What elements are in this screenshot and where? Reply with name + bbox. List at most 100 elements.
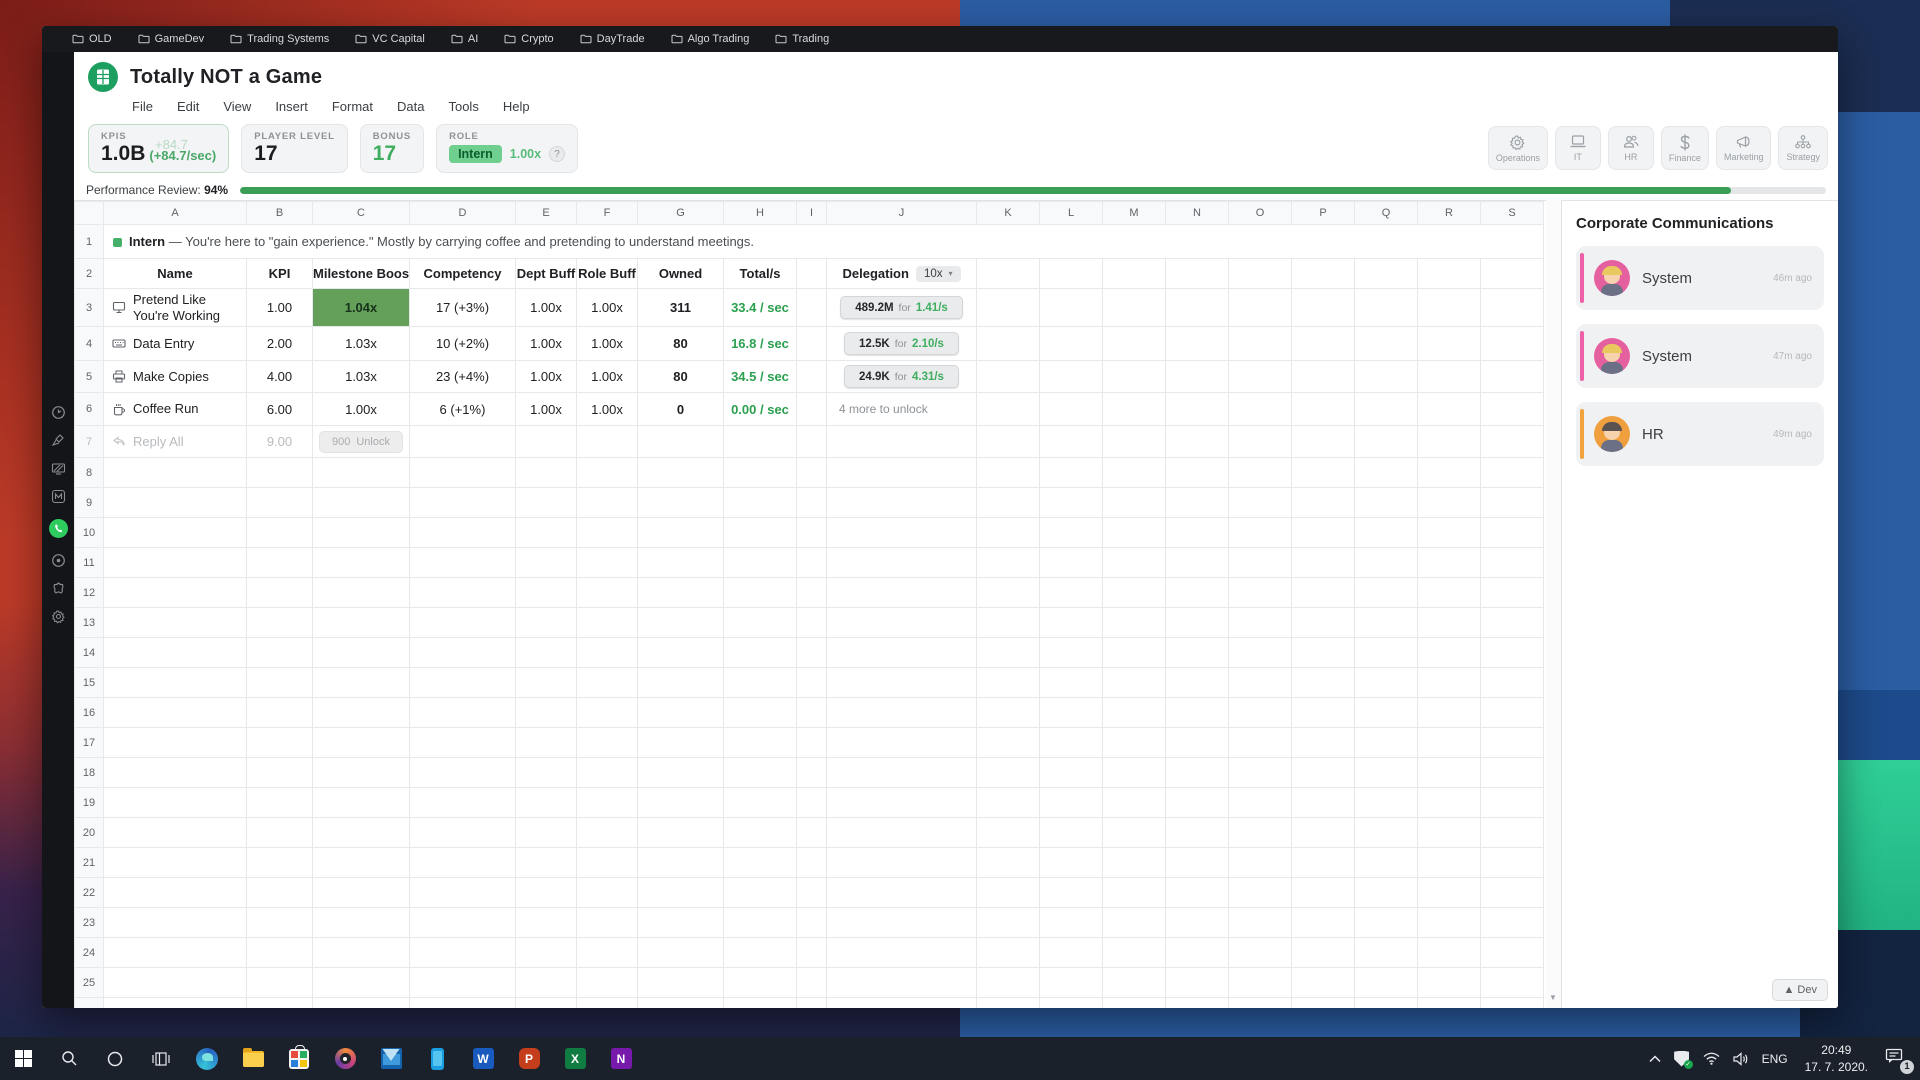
cell[interactable] [247, 818, 313, 848]
cell[interactable] [1418, 698, 1481, 728]
cell[interactable] [104, 578, 247, 608]
cell[interactable] [827, 998, 977, 1009]
cell[interactable] [1418, 426, 1481, 458]
cell[interactable] [724, 908, 797, 938]
cell[interactable] [977, 878, 1040, 908]
cell[interactable] [827, 548, 977, 578]
cell[interactable] [1229, 818, 1292, 848]
cell[interactable] [1040, 608, 1103, 638]
cell[interactable] [516, 426, 577, 458]
cell[interactable] [638, 458, 724, 488]
row-header[interactable]: 6 [75, 393, 104, 426]
tab-finance[interactable]: Finance [1661, 126, 1709, 170]
cell[interactable] [1292, 608, 1355, 638]
cell[interactable] [1481, 488, 1544, 518]
cell[interactable] [1166, 518, 1229, 548]
cell[interactable] [104, 998, 247, 1009]
cell[interactable] [977, 728, 1040, 758]
cell[interactable] [1040, 668, 1103, 698]
cell[interactable]: 9.00 [247, 426, 313, 458]
cell[interactable] [1355, 968, 1418, 998]
cell[interactable] [577, 788, 638, 818]
cell[interactable]: 2.00 [247, 327, 313, 361]
taskbar-groove[interactable] [322, 1037, 368, 1080]
menu-item[interactable]: Data [397, 99, 424, 114]
cell[interactable] [1166, 426, 1229, 458]
cell[interactable] [827, 848, 977, 878]
language-indicator[interactable]: ENG [1762, 1052, 1788, 1066]
cell[interactable] [724, 998, 797, 1009]
cell[interactable] [827, 488, 977, 518]
cell[interactable] [313, 668, 410, 698]
cell[interactable] [1292, 327, 1355, 361]
cell[interactable] [1481, 938, 1544, 968]
cell[interactable] [1103, 668, 1166, 698]
cell[interactable] [1040, 908, 1103, 938]
cell[interactable] [247, 728, 313, 758]
scroll-down-arrow[interactable]: ▼ [1549, 993, 1557, 1002]
cell[interactable] [1103, 548, 1166, 578]
taskbar-mail[interactable] [368, 1037, 414, 1080]
row-header[interactable]: 13 [75, 608, 104, 638]
cell[interactable] [104, 458, 247, 488]
cell[interactable] [577, 848, 638, 878]
cell[interactable] [247, 908, 313, 938]
menu-item[interactable]: File [132, 99, 153, 114]
column-header[interactable]: M [1103, 202, 1166, 225]
cell[interactable] [827, 458, 977, 488]
cell[interactable] [1229, 668, 1292, 698]
cell[interactable] [410, 426, 516, 458]
cell[interactable] [1292, 848, 1355, 878]
cell[interactable]: 17 (+3%) [410, 289, 516, 327]
cell[interactable] [1040, 728, 1103, 758]
cell[interactable] [1418, 458, 1481, 488]
cleaner-icon[interactable] [50, 432, 67, 449]
cell[interactable] [1292, 758, 1355, 788]
role-note-cell[interactable]: Intern — You're here to "gain experience… [104, 225, 1544, 259]
cell[interactable] [977, 758, 1040, 788]
delegate-buy-button[interactable]: 489.2Mfor1.41/s [840, 296, 963, 319]
cell[interactable] [313, 578, 410, 608]
cell[interactable] [797, 488, 827, 518]
header-boost[interactable]: Milestone Boost [313, 259, 410, 289]
cell[interactable] [638, 548, 724, 578]
cell[interactable] [638, 878, 724, 908]
cell[interactable] [1040, 698, 1103, 728]
cell[interactable] [1040, 818, 1103, 848]
cell[interactable] [1481, 758, 1544, 788]
cell[interactable] [410, 518, 516, 548]
cell[interactable] [724, 488, 797, 518]
cell[interactable] [638, 488, 724, 518]
tab-strategy[interactable]: Strategy [1778, 126, 1828, 170]
cell[interactable] [1229, 488, 1292, 518]
cell[interactable] [1481, 968, 1544, 998]
column-header[interactable]: L [1040, 202, 1103, 225]
cell[interactable] [1481, 998, 1544, 1009]
cell[interactable] [977, 788, 1040, 818]
cell[interactable] [516, 698, 577, 728]
cell[interactable] [1229, 938, 1292, 968]
bookmark-folder[interactable]: Crypto [504, 33, 553, 45]
menu-item[interactable]: Help [503, 99, 530, 114]
cell[interactable] [1292, 938, 1355, 968]
column-header[interactable]: E [516, 202, 577, 225]
cell[interactable] [1355, 393, 1418, 426]
cell[interactable] [827, 698, 977, 728]
cell[interactable] [797, 878, 827, 908]
cell[interactable] [1103, 259, 1166, 289]
cell[interactable] [1418, 848, 1481, 878]
cell[interactable] [724, 638, 797, 668]
cell[interactable] [247, 698, 313, 728]
cell[interactable] [410, 698, 516, 728]
cell[interactable] [1418, 488, 1481, 518]
header-owned[interactable]: Owned [638, 259, 724, 289]
cell[interactable] [104, 488, 247, 518]
cell[interactable] [1418, 908, 1481, 938]
bookmark-folder[interactable]: AI [451, 33, 478, 45]
cell[interactable] [1103, 998, 1166, 1009]
cell[interactable] [827, 788, 977, 818]
cell[interactable] [516, 458, 577, 488]
row-header[interactable]: 24 [75, 938, 104, 968]
taskbar-onenote[interactable]: N [598, 1037, 644, 1080]
cell[interactable] [410, 788, 516, 818]
